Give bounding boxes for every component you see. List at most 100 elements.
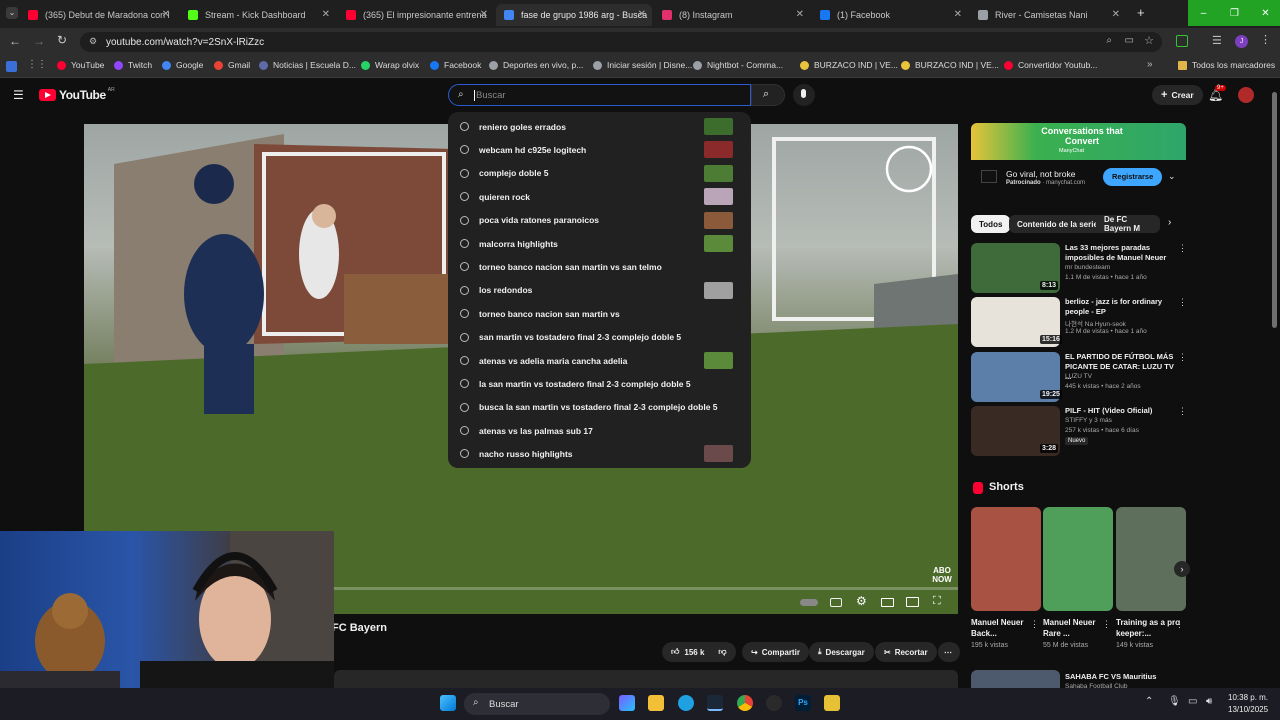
close-tab-icon[interactable]: ✕ bbox=[1112, 9, 1120, 20]
clip-button[interactable]: ✂ Recortar bbox=[875, 642, 937, 662]
ad-expand-icon[interactable]: ⌄ bbox=[1168, 171, 1176, 182]
search-suggestion-item[interactable]: los redondos bbox=[448, 279, 751, 302]
close-tab-icon[interactable]: ✕ bbox=[638, 9, 646, 20]
profile-avatar[interactable]: J bbox=[1235, 35, 1248, 48]
video-options-icon[interactable]: ⋮ bbox=[1178, 406, 1187, 417]
settings-gear-icon[interactable]: ⚙ bbox=[856, 594, 867, 608]
related-video-title[interactable]: SAHABA FC VS Mauritius bbox=[1065, 672, 1156, 681]
microphone-tray-icon[interactable]: 🎙︎ bbox=[1168, 696, 1181, 707]
bookmark-star-icon[interactable]: ☆ bbox=[1144, 34, 1154, 47]
browser-tab[interactable]: (365) Debut de Maradona con l ✕ bbox=[20, 4, 176, 26]
ad-cta-button[interactable]: Registrarse bbox=[1103, 168, 1163, 186]
search-suggestion-item[interactable]: reniero goles errados bbox=[448, 115, 751, 138]
search-suggestion-item[interactable]: webcam hd c925e logitech bbox=[448, 138, 751, 161]
bookmark-item[interactable]: Noticias | Escuela D... bbox=[259, 60, 356, 70]
ad-card[interactable]: Go viral, not broke Patrocinado · manych… bbox=[971, 160, 1186, 194]
file-explorer-icon[interactable] bbox=[648, 695, 664, 711]
bookmark-item[interactable]: Deportes en vivo, p... bbox=[489, 60, 583, 70]
close-tab-icon[interactable]: ✕ bbox=[322, 9, 330, 20]
account-avatar[interactable] bbox=[1238, 87, 1254, 103]
bookmark-item[interactable]: Iniciar sesión | Disne... bbox=[593, 60, 692, 70]
related-video-item[interactable]: 3:28 PILF - HIT (Video Oficial) STIFFY y 3… bbox=[971, 406, 1187, 458]
search-suggestion-item[interactable]: busca la san martin vs tostadero final 2… bbox=[448, 396, 751, 419]
reload-icon[interactable]: ↻ bbox=[57, 33, 67, 47]
video-options-icon[interactable]: ⋮ bbox=[1178, 243, 1187, 254]
page-scrollbar[interactable] bbox=[1272, 92, 1277, 328]
theater-mode-icon[interactable] bbox=[881, 598, 894, 607]
bookmark-item[interactable]: YouTube bbox=[57, 60, 104, 70]
app-icon[interactable] bbox=[824, 695, 840, 711]
description-box[interactable] bbox=[334, 670, 958, 688]
close-window-button[interactable]: ✕ bbox=[1250, 0, 1280, 26]
close-tab-icon[interactable]: ✕ bbox=[162, 9, 170, 20]
browser-tab[interactable]: fase de grupo 1986 arg - Busca ✕ bbox=[496, 4, 652, 26]
browser-tab[interactable]: River - Camisetas Nani ✕ bbox=[970, 4, 1126, 26]
search-suggestion-item[interactable]: torneo banco nacion san martin vs bbox=[448, 302, 751, 325]
related-video-item[interactable]: 19:25 EL PARTIDO DE FÚTBOL MÁS PICANTE DE… bbox=[971, 352, 1187, 404]
search-suggestion-item[interactable]: atenas vs las palmas sub 17 bbox=[448, 419, 751, 442]
ad-banner[interactable]: Conversations that Convert ManyChat bbox=[971, 123, 1186, 160]
cast-icon[interactable]: ▭ bbox=[1125, 35, 1134, 46]
share-button[interactable]: ↪ Compartir bbox=[742, 642, 809, 662]
bookmark-item[interactable]: Facebook bbox=[430, 60, 481, 70]
chip-series-content[interactable]: Contenido de la serie bbox=[1009, 215, 1106, 233]
bookmark-item[interactable]: Google bbox=[162, 60, 203, 70]
all-bookmarks-folder[interactable]: Todos los marcadores bbox=[1178, 60, 1275, 70]
extensions-icon[interactable] bbox=[1176, 35, 1188, 47]
bookmark-item[interactable]: BURZACO IND | VE... bbox=[800, 60, 898, 70]
side-panel-icon[interactable] bbox=[6, 61, 17, 72]
search-suggestion-item[interactable]: complejo doble 5 bbox=[448, 162, 751, 185]
video-options-icon[interactable]: ⋮ bbox=[1178, 352, 1187, 363]
tray-expand-icon[interactable]: ⌃ bbox=[1145, 696, 1153, 707]
close-tab-icon[interactable]: ✕ bbox=[796, 9, 804, 20]
volume-icon[interactable]: 🔊︎ bbox=[1206, 696, 1212, 707]
browser-tab[interactable]: Stream - Kick Dashboard ✕ bbox=[180, 4, 336, 26]
maximize-button[interactable]: ❐ bbox=[1219, 0, 1250, 26]
like-button[interactable]: 👍︎ 156 k 👎︎ bbox=[662, 642, 736, 662]
bookmark-item[interactable]: BURZACO IND | VE... bbox=[901, 60, 999, 70]
related-video-thumbnail[interactable] bbox=[971, 670, 1060, 688]
clock-time[interactable]: 10:38 p. m. bbox=[1228, 693, 1268, 702]
chrome-icon[interactable] bbox=[737, 695, 753, 711]
reading-list-icon[interactable]: ☰ bbox=[1212, 34, 1222, 47]
short-thumbnail[interactable] bbox=[971, 507, 1041, 611]
video-channel[interactable]: 나현석 Na Hyun-seok bbox=[1065, 318, 1126, 328]
obs-icon[interactable] bbox=[766, 695, 782, 711]
dislike-icon[interactable]: 👎︎ bbox=[718, 647, 726, 657]
search-input[interactable]: ⌕ Buscar bbox=[448, 84, 751, 106]
clock-date[interactable]: 13/10/2025 bbox=[1228, 705, 1268, 714]
bookmark-item[interactable]: Warap olvix bbox=[361, 60, 419, 70]
taskbar-search-input[interactable]: ⌕ Buscar bbox=[464, 693, 610, 715]
search-suggestion-item[interactable]: la san martin vs tostadero final 2-3 com… bbox=[448, 372, 751, 395]
bookmark-item[interactable]: Gmail bbox=[214, 60, 250, 70]
browser-menu-icon[interactable]: ⋮ bbox=[1260, 33, 1271, 46]
search-suggestion-item[interactable]: quieren rock bbox=[448, 185, 751, 208]
photoshop-icon[interactable]: Ps bbox=[795, 695, 811, 711]
video-title[interactable]: berlioz - jazz is for ordinary people - … bbox=[1065, 297, 1175, 317]
video-title[interactable]: Las 33 mejores paradas imposibles de Man… bbox=[1065, 243, 1175, 263]
close-tab-icon[interactable]: ✕ bbox=[480, 9, 488, 20]
voice-search-button[interactable] bbox=[793, 84, 815, 106]
bookmark-item[interactable]: Nightbot - Comma... bbox=[693, 60, 783, 70]
search-suggestion-item[interactable]: malcorra highlights bbox=[448, 232, 751, 255]
minimize-button[interactable]: – bbox=[1188, 0, 1219, 26]
search-suggestion-item[interactable]: poca vida ratones paranoicos bbox=[448, 209, 751, 232]
bookmark-item[interactable]: Twitch bbox=[114, 60, 152, 70]
related-video-item[interactable]: 8:13 Las 33 mejores paradas imposibles de… bbox=[971, 243, 1187, 295]
address-bar[interactable]: ⚙ youtube.com/watch?v=2SnX-lRiZzc ⌕ ▭ ☆ bbox=[80, 32, 1162, 52]
video-channel[interactable]: STIFFY y 3 más bbox=[1065, 417, 1112, 424]
short-title[interactable]: Manuel Neuer Rare ... bbox=[1043, 617, 1107, 639]
close-tab-icon[interactable]: ✕ bbox=[954, 9, 962, 20]
windows-start-icon[interactable] bbox=[440, 695, 456, 711]
search-suggestion-item[interactable]: san martin vs tostadero final 2-3 comple… bbox=[448, 326, 751, 349]
fullscreen-icon[interactable]: ⛶ bbox=[933, 595, 941, 608]
more-bookmarks-icon[interactable]: » bbox=[1147, 59, 1153, 70]
site-info-icon[interactable]: ⚙ bbox=[89, 36, 97, 47]
new-tab-button[interactable]: + bbox=[1137, 5, 1151, 21]
browser-tab[interactable]: (1) Facebook ✕ bbox=[812, 4, 968, 26]
short-options-icon[interactable]: ⋮ bbox=[1030, 619, 1039, 630]
related-video-item[interactable]: 15:16 berlioz - jazz is for ordinary peop… bbox=[971, 297, 1187, 349]
youtube-logo[interactable]: YouTube AR bbox=[39, 87, 115, 102]
chip-all[interactable]: Todos bbox=[971, 215, 1011, 233]
video-options-icon[interactable]: ⋮ bbox=[1178, 297, 1187, 308]
